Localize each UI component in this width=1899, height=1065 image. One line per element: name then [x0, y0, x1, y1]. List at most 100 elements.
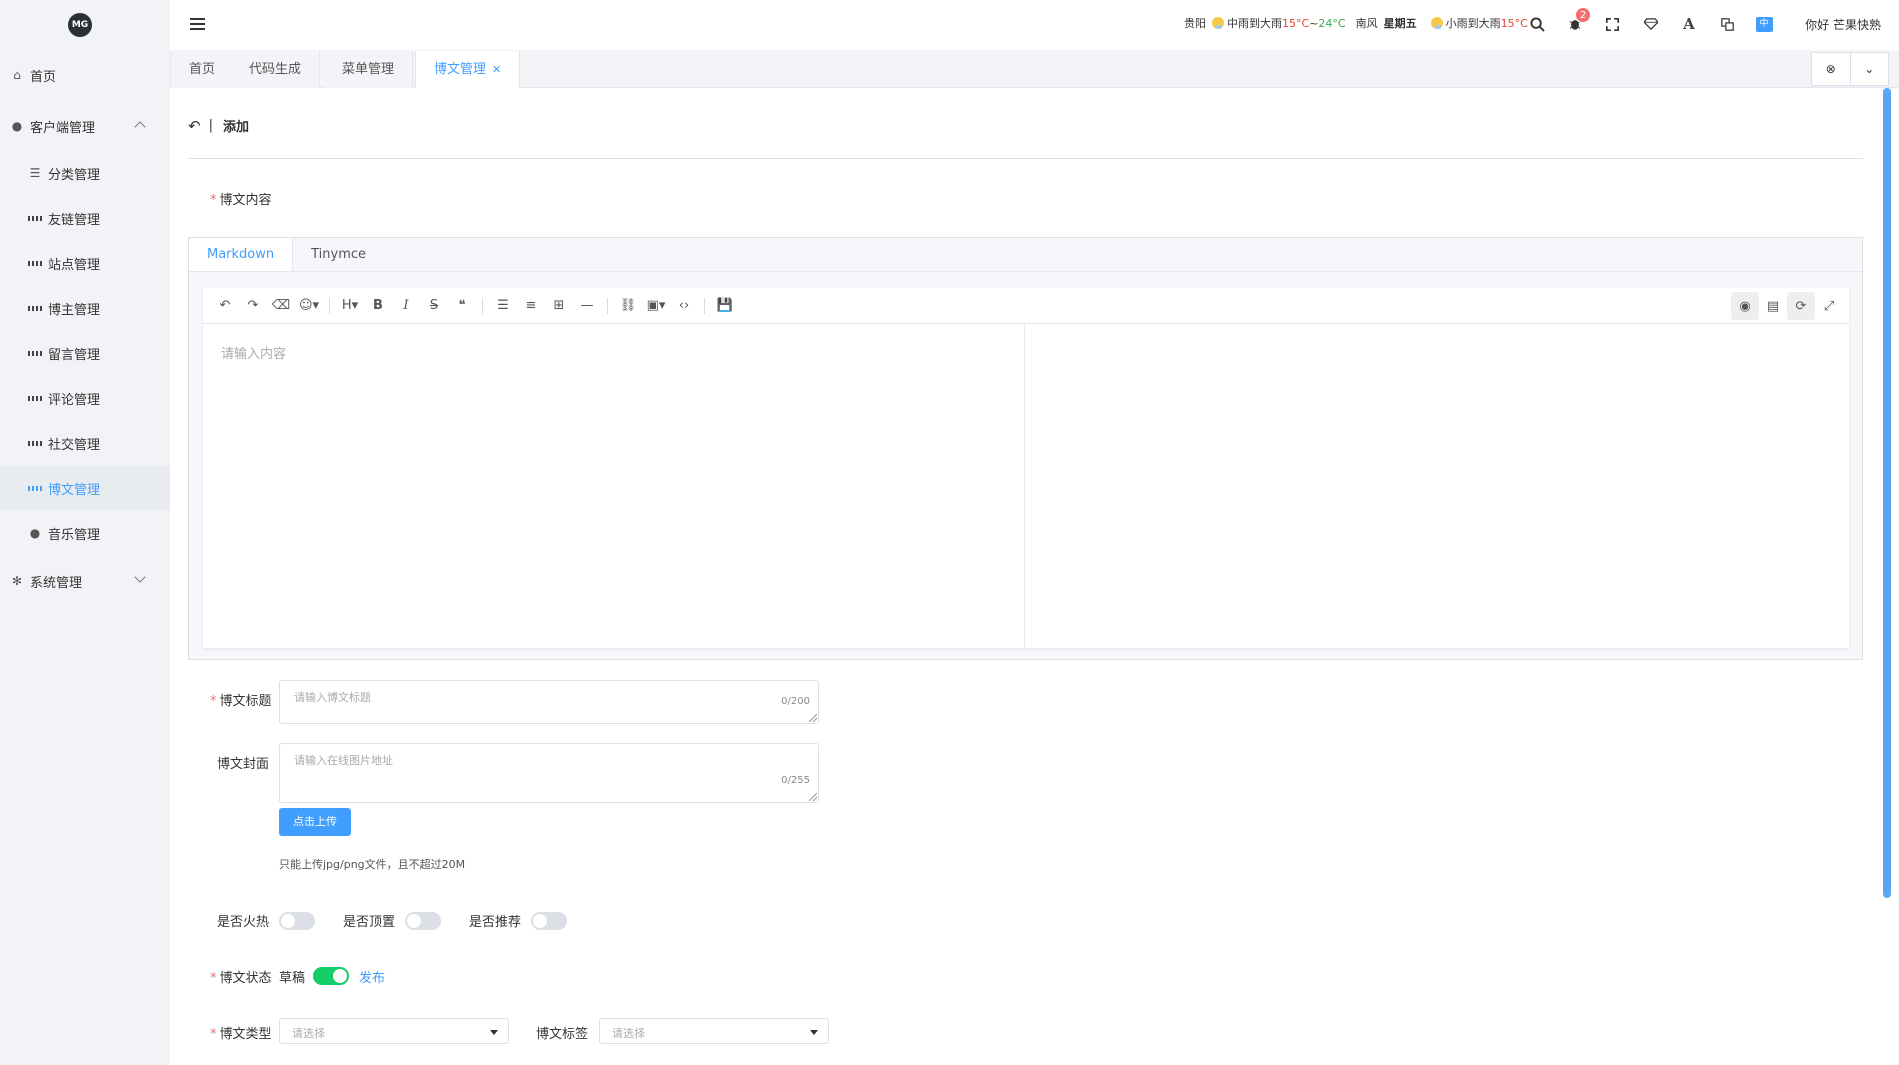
tab-blog[interactable]: 博文管理 ✕ [415, 51, 521, 89]
language-icon[interactable] [1717, 14, 1737, 34]
hot-label: 是否火热 [217, 915, 270, 930]
table-icon[interactable]: ⊞ [545, 292, 573, 320]
html-preview-icon[interactable]: ▤ [1759, 292, 1787, 320]
tab-menu[interactable]: 菜单管理 [324, 51, 414, 88]
sidebar-item-category[interactable]: ☰ 分类管理 [0, 151, 170, 195]
type-select[interactable]: 请选择 [279, 1018, 509, 1044]
toolbar-separator [704, 297, 705, 314]
heading-icon[interactable]: H▾ [336, 292, 364, 320]
toolbar-right: ◉ ▤ ⟳ ⤢ [1731, 292, 1843, 320]
eraser-icon[interactable]: ⌫ [267, 292, 295, 320]
editor-tabs: Markdown Tinymce [189, 238, 1862, 272]
undo-icon[interactable]: ↶ [211, 292, 239, 320]
code-icon[interactable]: ‹› [670, 292, 698, 320]
diamond-icon[interactable] [1641, 14, 1661, 34]
scrollbar[interactable] [1883, 88, 1891, 898]
editor-tab-markdown[interactable]: Markdown [189, 238, 294, 271]
back-arrow-icon[interactable]: ↶ [188, 117, 201, 135]
cover-placeholder: 请输入在线图片地址 [294, 754, 393, 767]
resize-handle-icon[interactable] [809, 714, 817, 722]
sidebar-item-home[interactable]: ⌂ 首页 [0, 53, 170, 97]
grid-icon [28, 346, 42, 360]
sidebar-item-friendlink[interactable]: 友链管理 [0, 196, 170, 240]
weather-widget: 贵阳 中雨到大雨 15°C ~ 24°C 南风 星期五 小雨到大雨 15°C [1184, 15, 1528, 31]
font-size-icon[interactable]: A [1679, 14, 1699, 34]
markdown-input-pane[interactable]: 请输入内容 [203, 325, 1025, 648]
sync-scroll-icon[interactable]: ⟳ [1787, 292, 1815, 320]
weather-temp-high: 24°C [1318, 16, 1346, 30]
link-icon[interactable]: ⛓ [614, 292, 642, 320]
sidebar-item-label: 博文管理 [48, 482, 101, 498]
top-label: 是否顶置 [343, 915, 396, 930]
tab-home[interactable]: 首页 [170, 51, 235, 88]
chevron-down-icon [134, 571, 146, 583]
close-icon[interactable]: ✕ [492, 63, 501, 76]
tag-select[interactable]: 请选择 [599, 1018, 829, 1044]
preview-icon[interactable]: ◉ [1731, 292, 1759, 320]
status-label: * 博文状态 [210, 971, 272, 986]
title-separator: | [208, 118, 213, 133]
weather-weekday: 星期五 [1383, 17, 1417, 30]
cover-input[interactable]: 请输入在线图片地址 0/255 [279, 743, 819, 803]
sidebar-item-blog[interactable]: 博文管理 [0, 466, 170, 510]
weather-next-temp: 15°C [1500, 16, 1528, 30]
sidebar-item-label: 系统管理 [30, 575, 83, 591]
page-title: 添加 [222, 120, 249, 135]
status-switch[interactable] [313, 967, 349, 985]
emoji-icon[interactable]: ☺▾ [295, 292, 323, 320]
sidebar-item-client-mgmt[interactable]: ● 客户端管理 [0, 104, 170, 148]
sidebar-item-social[interactable]: 社交管理 [0, 421, 170, 465]
cover-label: 博文封面 [217, 757, 270, 772]
sidebar-item-blogger[interactable]: 博主管理 [0, 286, 170, 330]
editor-placeholder: 请输入内容 [221, 347, 287, 362]
tag-placeholder: 请选择 [612, 1027, 645, 1040]
top-header: 贵阳 中雨到大雨 15°C ~ 24°C 南风 星期五 小雨到大雨 15°C 2… [170, 0, 1899, 50]
fullscreen-icon[interactable]: ⤢ [1815, 292, 1843, 320]
resize-handle-icon[interactable] [809, 793, 817, 801]
title-count: 0/200 [781, 696, 810, 707]
status-publish: 发布 [359, 971, 386, 986]
editor-tab-tinymce[interactable]: Tinymce [293, 238, 384, 271]
flag-icon: 中 [1755, 16, 1773, 32]
menu-toggle-icon[interactable] [190, 18, 205, 30]
editor-card: Markdown Tinymce ↶ ↷ ⌫ ☺▾ H▾ B I S ❝ ☰ ≡… [188, 237, 1863, 660]
italic-icon[interactable]: I [392, 292, 420, 320]
sidebar-item-message[interactable]: 留言管理 [0, 331, 170, 375]
page-header: ↶ | 添加 [188, 116, 249, 136]
sidebar-item-comment[interactable]: 评论管理 [0, 376, 170, 420]
top-switch[interactable] [405, 912, 441, 930]
close-all-icon[interactable]: ⊗ [1812, 53, 1850, 85]
save-icon[interactable]: 💾 [711, 292, 739, 320]
chevron-up-icon [134, 121, 146, 133]
weather-temp-low: 15°C [1282, 16, 1310, 30]
ordered-list-icon[interactable]: ≡ [517, 292, 545, 320]
home-icon: ⌂ [13, 68, 21, 82]
markdown-editor: ↶ ↷ ⌫ ☺▾ H▾ B I S ❝ ☰ ≡ ⊞ — ⛓ ▣▾ ‹› 💾 ◉ … [203, 288, 1849, 648]
title-input[interactable]: 请输入博文标题 0/200 [279, 680, 819, 724]
tab-codegen[interactable]: 代码生成 [231, 51, 321, 88]
image-icon[interactable]: ▣▾ [642, 292, 670, 320]
toolbar-separator [482, 297, 483, 314]
unordered-list-icon[interactable]: ☰ [489, 292, 517, 320]
strikethrough-icon[interactable]: S [420, 292, 448, 320]
search-icon[interactable] [1527, 14, 1547, 34]
toolbar-separator [607, 297, 608, 314]
chevron-down-icon[interactable]: ⌄ [1849, 53, 1889, 85]
fullscreen-icon[interactable] [1602, 14, 1622, 34]
recommend-switch[interactable] [531, 912, 567, 930]
quote-icon[interactable]: ❝ [448, 292, 476, 320]
sidebar-item-system[interactable]: ✻ 系统管理 [0, 559, 170, 603]
bold-icon[interactable]: B [364, 292, 392, 320]
sidebar-item-label: 站点管理 [48, 257, 101, 273]
bug-icon[interactable]: 2 [1565, 7, 1592, 34]
sidebar-item-site[interactable]: 站点管理 [0, 241, 170, 285]
caret-down-icon [810, 1030, 818, 1035]
redo-icon[interactable]: ↷ [239, 292, 267, 320]
hot-switch[interactable] [279, 912, 315, 930]
upload-button[interactable]: 点击上传 [279, 808, 351, 836]
user-greeting[interactable]: 你好 芒果快熟 [1805, 16, 1881, 33]
horizontal-rule-icon[interactable]: — [573, 292, 601, 320]
sidebar-item-music[interactable]: ● 音乐管理 [0, 511, 170, 555]
tab-label: 首页 [189, 62, 216, 77]
lang-flag[interactable]: 中 [1754, 14, 1774, 34]
